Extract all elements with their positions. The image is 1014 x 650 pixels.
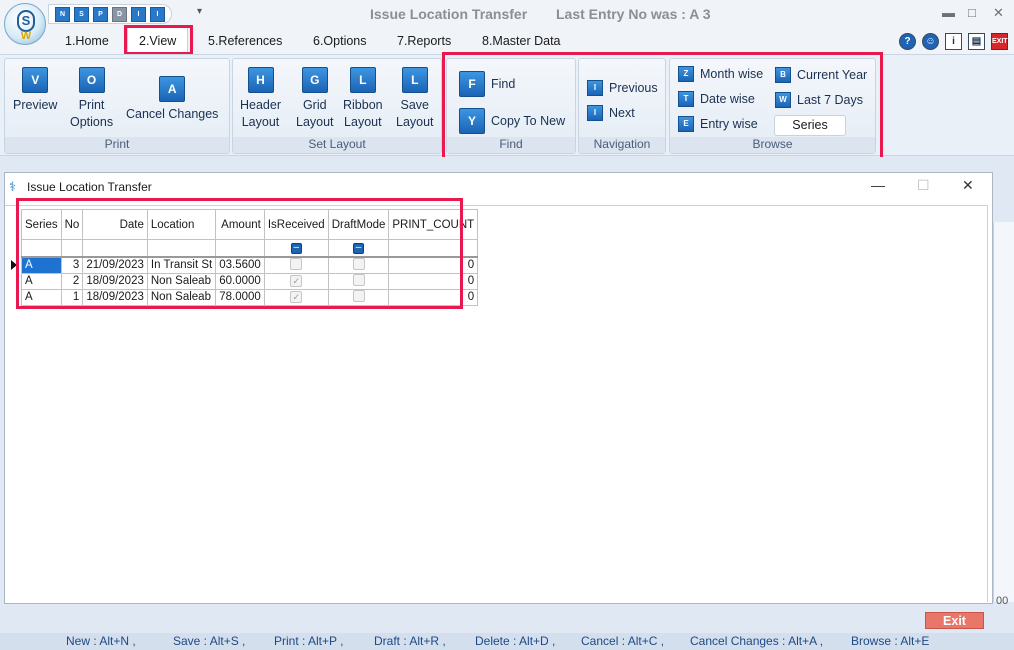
tab-reports[interactable]: 7.Reports xyxy=(397,34,451,48)
notes-icon[interactable]: ▤ xyxy=(968,33,985,50)
window-title: Issue Location Transfer xyxy=(370,6,528,22)
exit-icon[interactable]: EXIT xyxy=(991,33,1008,50)
qat-previous-icon[interactable]: I xyxy=(131,6,146,22)
tab-home[interactable]: 1.Home xyxy=(65,34,109,48)
last-entry-text: Last Entry No was : A 3 xyxy=(556,6,711,22)
qat-new-icon[interactable]: N xyxy=(55,6,70,22)
child-minimize-button[interactable]: — xyxy=(871,177,885,193)
quick-access-toolbar: N S P D I I xyxy=(48,4,172,24)
child-window-icon: ⚕ xyxy=(9,179,17,194)
background-window-text: 00 xyxy=(996,595,1009,607)
preview-button[interactable]: V Preview xyxy=(13,67,57,114)
preview-icon: V xyxy=(22,67,49,93)
save-layout-button[interactable]: L Save Layout xyxy=(396,67,434,131)
shortcut-new: New : Alt+N , xyxy=(66,634,136,648)
cancel-changes-icon: A xyxy=(159,76,186,102)
header-layout-icon: H xyxy=(247,67,274,93)
view-tab-highlight xyxy=(124,25,193,55)
shortcut-save: Save : Alt+S , xyxy=(173,634,246,648)
qat-save-icon[interactable]: S xyxy=(74,6,89,22)
minimize-button[interactable]: ▬ xyxy=(942,5,955,20)
exit-button[interactable]: Exit xyxy=(925,612,984,629)
child-close-button[interactable]: ✕ xyxy=(962,177,974,194)
topright-icons: ? ☺ i ▤ EXIT xyxy=(899,33,1008,50)
cancel-changes-button[interactable]: A Cancel Changes xyxy=(126,76,218,123)
set-layout-group: H Header Layout G Grid Layout L Ribbon L… xyxy=(232,58,442,154)
background-window-edge: 00 xyxy=(993,222,1014,607)
app-logo-icon[interactable]: S W xyxy=(4,3,46,45)
print-group-label: Print xyxy=(5,137,229,153)
child-maximize-button[interactable]: ☐ xyxy=(917,177,930,194)
customize-qat-icon[interactable]: ▾ xyxy=(197,6,202,17)
shortcut-browse: Browse : Alt+E xyxy=(851,634,930,648)
ribbon-layout-icon: L xyxy=(349,67,376,93)
shortcut-print: Print : Alt+P , xyxy=(274,634,344,648)
shortcut-cancel-changes: Cancel Changes : Alt+A , xyxy=(690,634,824,648)
header-layout-button[interactable]: H Header Layout xyxy=(240,67,281,131)
tab-references[interactable]: 5.References xyxy=(208,34,282,48)
shortcut-delete: Delete : Alt+D , xyxy=(475,634,556,648)
grid-highlight xyxy=(16,198,463,309)
support-icon[interactable]: ☺ xyxy=(922,33,939,50)
shortcut-cancel: Cancel : Alt+C , xyxy=(581,634,665,648)
shortcut-status-bar: New : Alt+N , Save : Alt+S , Print : Alt… xyxy=(0,633,1014,650)
help-icon[interactable]: ? xyxy=(899,33,916,50)
print-group: V Preview O Print Options A Cancel Chang… xyxy=(4,58,230,154)
set-layout-group-label: Set Layout xyxy=(233,137,441,153)
print-options-icon: O xyxy=(78,67,105,93)
ribbon-layout-button[interactable]: L Ribbon Layout xyxy=(343,67,383,131)
print-options-button[interactable]: O Print Options xyxy=(70,67,113,131)
ribbon-groups-highlight xyxy=(442,52,883,161)
qat-delete-icon[interactable]: D xyxy=(112,6,127,22)
child-title-bar: ⚕ Issue Location Transfer — ☐ ✕ xyxy=(5,173,992,201)
save-layout-icon: L xyxy=(401,67,428,93)
tab-options[interactable]: 6.Options xyxy=(313,34,367,48)
maximize-button[interactable]: □ xyxy=(968,5,976,20)
shortcut-draft: Draft : Alt+R , xyxy=(374,634,446,648)
grid-layout-button[interactable]: G Grid Layout xyxy=(296,67,334,131)
info-icon[interactable]: i xyxy=(945,33,962,50)
grid-layout-icon: G xyxy=(301,67,328,93)
gap-bar xyxy=(0,157,1014,171)
qat-print-icon[interactable]: P xyxy=(93,6,108,22)
qat-next-icon[interactable]: I xyxy=(150,6,165,22)
close-button[interactable]: ✕ xyxy=(993,5,1004,21)
child-window-title: Issue Location Transfer xyxy=(27,180,152,194)
tab-master-data[interactable]: 8.Master Data xyxy=(482,34,561,48)
